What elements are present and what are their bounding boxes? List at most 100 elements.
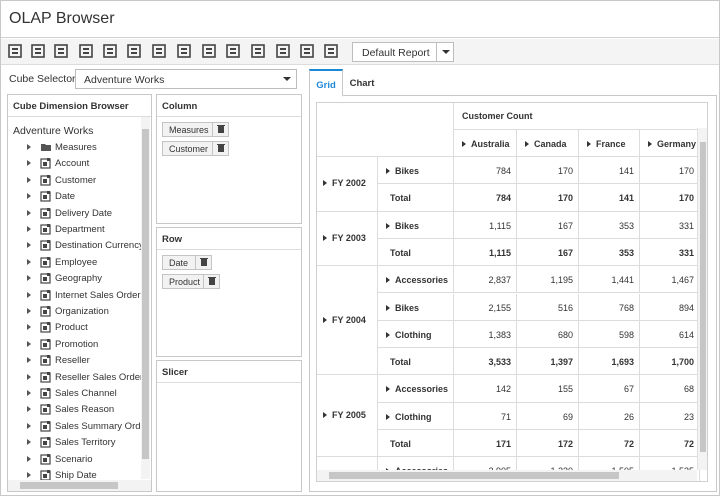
tree-item[interactable]: Sales Reason <box>13 402 147 418</box>
tree-item[interactable]: Account <box>13 156 147 172</box>
expand-arrow-icon[interactable] <box>27 193 31 200</box>
column-header[interactable]: Australia <box>454 130 517 157</box>
expand-arrow-icon[interactable] <box>27 390 31 396</box>
expand-arrow-icon[interactable] <box>386 413 390 420</box>
grid-horizontal-scrollbar[interactable] <box>317 470 697 481</box>
scrollbar-thumb[interactable] <box>700 142 706 452</box>
expand-arrow-icon[interactable] <box>27 373 31 380</box>
grid-vertical-scrollbar[interactable] <box>697 128 707 470</box>
tree-item[interactable]: Customer <box>13 173 147 189</box>
expand-arrow-icon[interactable] <box>386 222 390 229</box>
row-product-header[interactable]: Bikes <box>378 157 454 185</box>
add-report-icon[interactable] <box>30 43 46 59</box>
tree-item[interactable]: Date <box>13 189 147 205</box>
delete-icon[interactable] <box>212 142 228 155</box>
row-year-header[interactable]: FY 2004 <box>317 266 378 376</box>
expand-arrow-icon[interactable] <box>27 340 31 347</box>
expand-arrow-icon[interactable] <box>386 277 390 284</box>
remove-report-icon[interactable] <box>53 43 69 59</box>
excel-export-icon[interactable] <box>201 43 217 59</box>
defer-update-icon[interactable] <box>176 43 192 59</box>
row-product-header[interactable]: Bikes <box>378 211 454 239</box>
expand-arrow-icon[interactable] <box>27 275 31 282</box>
tree-item[interactable]: Destination Currency <box>13 238 147 254</box>
delete-icon[interactable] <box>203 275 219 288</box>
tree-item[interactable]: Reseller <box>13 353 147 369</box>
expand-arrow-icon[interactable] <box>587 141 591 147</box>
expand-arrow-icon[interactable] <box>27 258 31 265</box>
row-product-header[interactable]: Accessories <box>378 375 454 403</box>
full-screen-icon[interactable] <box>323 43 339 59</box>
tree-item[interactable]: Measures <box>13 140 147 156</box>
chevron-down-icon[interactable] <box>279 70 296 88</box>
tree-item[interactable]: Scenario <box>13 452 147 468</box>
expand-arrow-icon[interactable] <box>27 422 31 429</box>
expand-arrow-icon[interactable] <box>27 308 31 314</box>
load-report-icon[interactable] <box>126 43 142 59</box>
expand-arrow-icon[interactable] <box>462 141 466 147</box>
row-product-header[interactable]: Bikes <box>378 293 454 321</box>
tab-chart[interactable]: Chart <box>345 69 379 96</box>
tree-item[interactable]: Promotion <box>13 337 147 353</box>
expand-arrow-icon[interactable] <box>27 357 31 364</box>
tree-item[interactable]: Sales Channel <box>13 386 147 402</box>
expand-arrow-icon[interactable] <box>27 324 31 331</box>
expand-arrow-icon[interactable] <box>386 168 390 174</box>
tree-item[interactable]: Department <box>13 222 147 238</box>
sort-filter-icon[interactable] <box>275 43 291 59</box>
row-product-header[interactable]: Clothing <box>378 320 454 349</box>
row-year-header[interactable]: FY 2003 <box>317 211 378 267</box>
row-year-header[interactable]: FY 2002 <box>317 157 378 212</box>
axis-item[interactable]: Date <box>162 255 212 270</box>
tree-item[interactable]: Delivery Date <box>13 206 147 222</box>
expand-arrow-icon[interactable] <box>323 180 327 187</box>
cube-selector-dropdown[interactable]: Adventure Works <box>75 69 297 89</box>
expand-arrow-icon[interactable] <box>27 160 31 167</box>
row-year-header[interactable]: FY 2005 <box>317 375 378 458</box>
expand-arrow-icon[interactable] <box>27 176 31 183</box>
horizontal-scrollbar[interactable] <box>8 480 151 491</box>
expand-arrow-icon[interactable] <box>525 141 529 147</box>
delete-icon[interactable] <box>195 256 211 269</box>
scrollbar-thumb[interactable] <box>142 129 149 459</box>
scrollbar-thumb[interactable] <box>20 482 118 489</box>
axis-item[interactable]: Product <box>162 274 220 289</box>
column-header[interactable]: France <box>579 130 640 157</box>
expand-arrow-icon[interactable] <box>323 412 327 419</box>
tab-grid[interactable]: Grid <box>309 69 343 97</box>
pdf-export-icon[interactable] <box>250 43 266 59</box>
tree-item[interactable]: Reseller Sales Order Detai <box>13 370 147 386</box>
chevron-down-icon[interactable] <box>436 43 453 61</box>
rename-report-icon[interactable] <box>78 43 94 59</box>
expand-arrow-icon[interactable] <box>27 209 31 216</box>
expand-arrow-icon[interactable] <box>27 226 31 232</box>
report-dropdown[interactable]: Default Report <box>352 42 454 62</box>
filter-icon[interactable] <box>299 43 315 59</box>
vertical-scrollbar[interactable] <box>141 117 150 479</box>
expand-arrow-icon[interactable] <box>27 472 31 478</box>
expand-arrow-icon[interactable] <box>648 141 652 147</box>
expand-arrow-icon[interactable] <box>386 386 390 393</box>
expand-arrow-icon[interactable] <box>323 316 327 323</box>
delete-icon[interactable] <box>212 123 228 136</box>
expand-arrow-icon[interactable] <box>27 144 31 150</box>
tree-item[interactable]: Organization <box>13 304 147 320</box>
axis-item[interactable]: Customer <box>162 141 229 156</box>
tree-item[interactable]: Geography <box>13 271 147 287</box>
save-report-icon[interactable] <box>102 43 118 59</box>
expand-arrow-icon[interactable] <box>27 455 31 462</box>
mdx-query-icon[interactable] <box>151 43 167 59</box>
tree-item[interactable]: Internet Sales Order Deta <box>13 288 147 304</box>
axis-item[interactable]: Measures <box>162 122 229 137</box>
word-export-icon[interactable] <box>225 43 241 59</box>
expand-arrow-icon[interactable] <box>386 331 390 338</box>
expand-arrow-icon[interactable] <box>27 439 31 446</box>
scrollbar-thumb[interactable] <box>329 472 619 479</box>
expand-arrow-icon[interactable] <box>323 234 327 241</box>
tree-item[interactable]: Sales Summary Order De <box>13 419 147 435</box>
expand-arrow-icon[interactable] <box>27 406 31 413</box>
column-header[interactable]: Germany <box>640 130 700 157</box>
row-product-header[interactable]: Clothing <box>378 402 454 430</box>
expand-arrow-icon[interactable] <box>27 242 31 249</box>
tree-item[interactable]: Sales Territory <box>13 435 147 451</box>
